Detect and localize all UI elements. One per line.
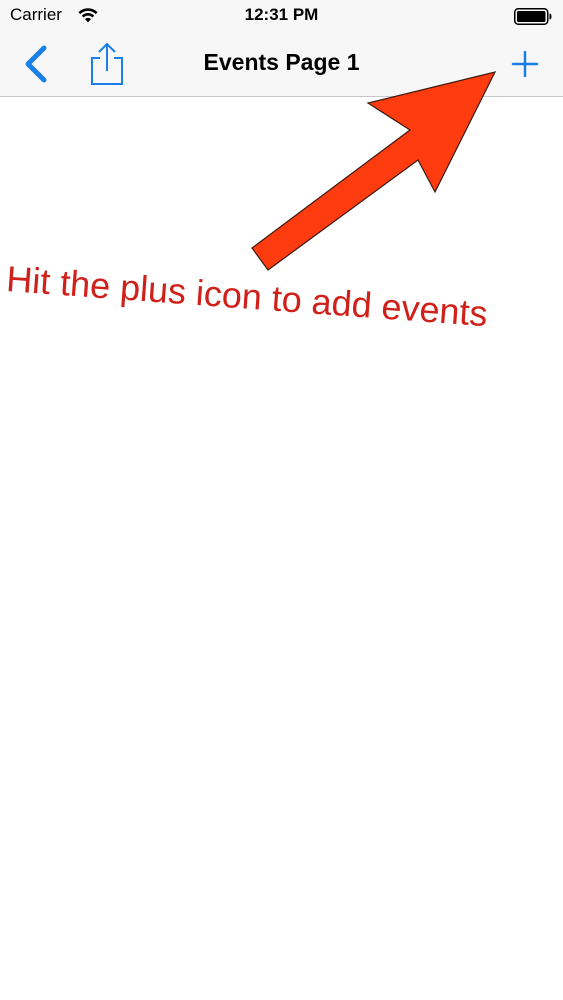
annotation-arrow [251, 71, 497, 271]
clock: 12:31 PM [244, 5, 319, 24]
screen: Carrier 12:31 PM Events Page 1 Hit the p [0, 0, 563, 1000]
chevron-left-icon[interactable] [18, 42, 54, 86]
share-icon[interactable] [86, 40, 128, 88]
status-bar: Carrier 12:31 PM [0, 0, 563, 32]
battery-icon [514, 8, 552, 25]
plus-icon[interactable] [505, 44, 545, 84]
